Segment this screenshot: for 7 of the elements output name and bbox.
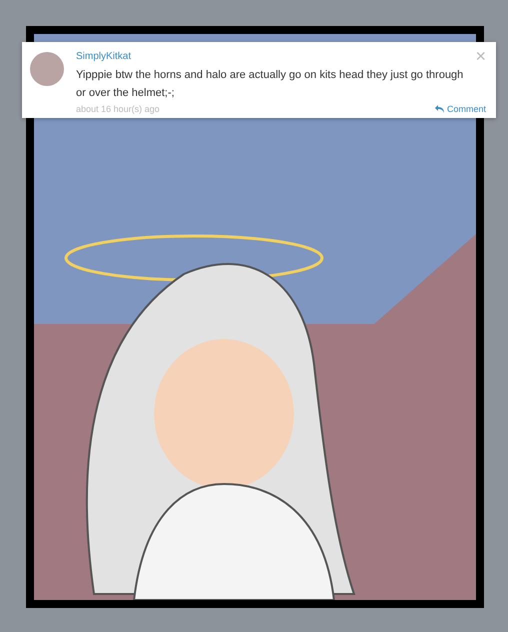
avatar[interactable] [30,52,64,86]
author-link[interactable]: SimplyKitkat [76,51,132,62]
reply-arrow-icon [434,105,444,113]
comment-time: about 16 hour(s) ago [76,104,160,114]
comment-text: Yipppie btw the horns and halo are actually go on kits head they just go through or over the helmet;-; [76,68,464,101]
close-button[interactable]: × [475,48,486,64]
comment-link[interactable]: Comment [434,104,486,114]
